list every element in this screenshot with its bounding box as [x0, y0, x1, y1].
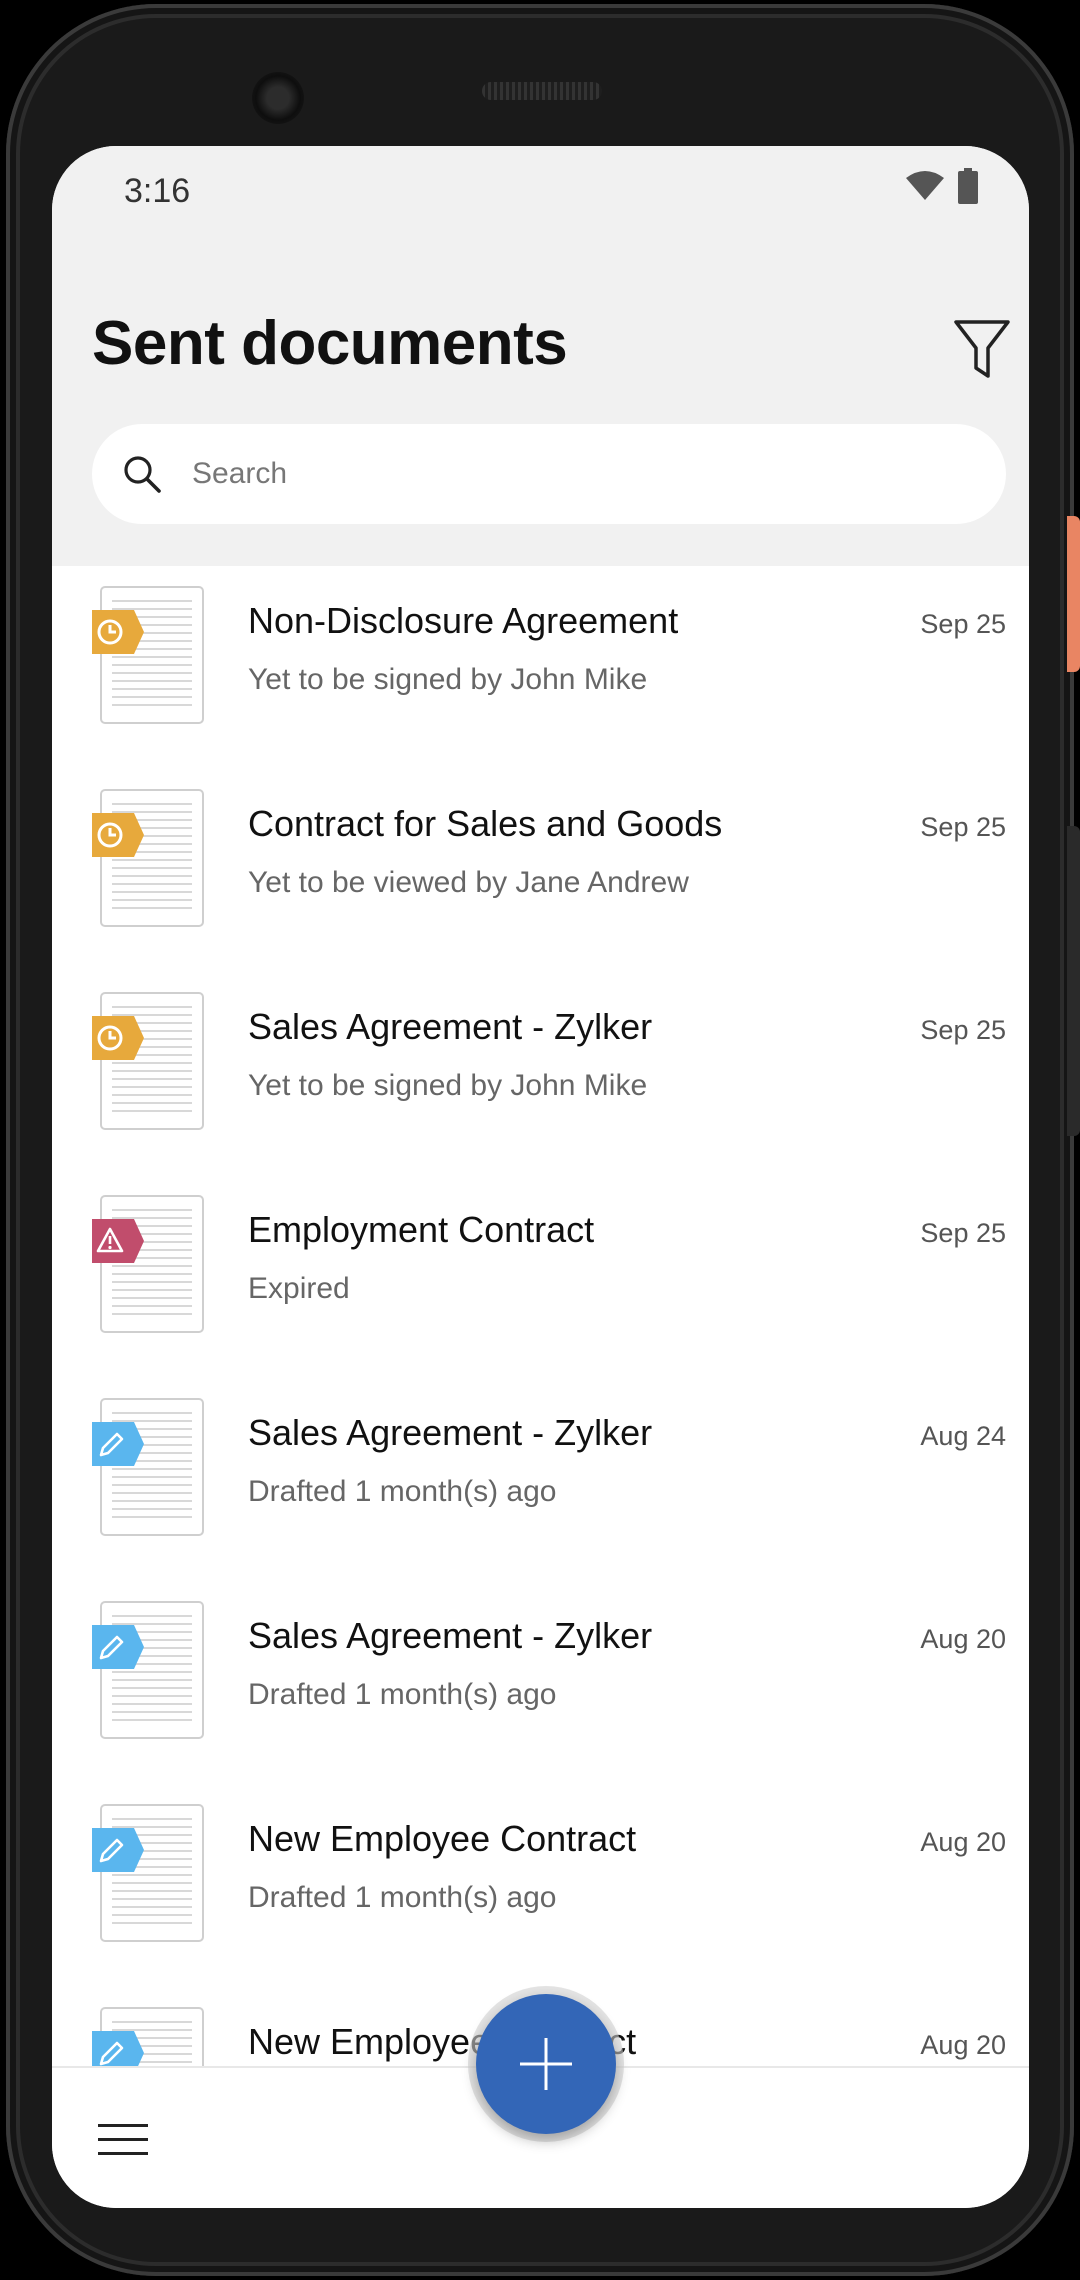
document-title: Employment Contract: [248, 1209, 595, 1250]
document-title: Non-Disclosure Agreement: [248, 600, 679, 641]
app-header: 3:16 Sent documents: [52, 146, 1029, 566]
document-date: Aug 20: [920, 2030, 1006, 2060]
clock-icon: [92, 1016, 144, 1060]
document-title: New Employee Contract: [248, 1818, 637, 1859]
pencil-icon: [92, 1422, 144, 1466]
warning-icon: [92, 1219, 144, 1263]
document-date: Aug 20: [920, 1624, 1006, 1654]
document-status: Drafted 1 month(s) ago: [248, 1475, 557, 1508]
document-status: Expired: [248, 1272, 350, 1305]
document-thumbnail: [100, 1398, 204, 1536]
document-thumbnail: [100, 1804, 204, 1942]
document-status: Yet to be signed by John Mike: [248, 1069, 648, 1102]
document-date: Sep 25: [920, 609, 1006, 639]
document-title: Sales Agreement - Zylker: [248, 1412, 653, 1453]
pencil-icon: [92, 1828, 144, 1872]
document-row[interactable]: Non-Disclosure Agreement Yet to be signe…: [52, 566, 1029, 769]
status-icons: [905, 168, 979, 204]
new-document-fab[interactable]: [476, 1994, 616, 2134]
document-status: Drafted 1 month(s) ago: [248, 1678, 557, 1711]
document-row[interactable]: Sales Agreement - Zylker Yet to be signe…: [52, 972, 1029, 1175]
battery-icon: [958, 168, 978, 204]
clock-icon: [92, 610, 144, 654]
document-date: Sep 25: [920, 1015, 1006, 1045]
document-thumbnail: [100, 992, 204, 1130]
hamburger-menu-icon[interactable]: [98, 2122, 148, 2158]
search-input[interactable]: [192, 457, 972, 491]
document-date: Aug 24: [920, 1421, 1006, 1451]
wifi-icon: [906, 171, 944, 200]
document-row[interactable]: Sales Agreement - Zylker Drafted 1 month…: [52, 1581, 1029, 1784]
search-bar[interactable]: [92, 424, 1006, 524]
power-button: [1067, 516, 1080, 672]
front-camera: [252, 72, 304, 124]
page-title: Sent documents: [92, 309, 568, 378]
document-row[interactable]: Sales Agreement - Zylker Drafted 1 month…: [52, 1378, 1029, 1581]
document-row[interactable]: New Employee Contract Drafted 1 month(s)…: [52, 1784, 1029, 1987]
status-time: 3:16: [124, 172, 191, 210]
document-status: Yet to be signed by John Mike: [248, 663, 648, 696]
app-screen: 3:16 Sent documents Search Non-Disclosur…: [52, 146, 1029, 2208]
document-thumbnail: [100, 789, 204, 927]
document-title: Sales Agreement - Zylker: [248, 1006, 653, 1047]
document-thumbnail: [100, 1195, 204, 1333]
earpiece-speaker: [482, 82, 602, 100]
pencil-icon: [92, 1625, 144, 1669]
document-row[interactable]: Employment Contract Expired Sep 25: [52, 1175, 1029, 1378]
document-title: Sales Agreement - Zylker: [248, 1615, 653, 1656]
filter-icon[interactable]: [952, 316, 1012, 382]
document-status: Yet to be viewed by Jane Andrew: [248, 866, 689, 899]
document-thumbnail: [100, 586, 204, 724]
plus-icon: [520, 2038, 572, 2090]
search-icon: [124, 456, 161, 493]
document-date: Sep 25: [920, 812, 1006, 842]
document-date: Aug 20: [920, 1827, 1006, 1857]
document-list: Non-Disclosure Agreement Yet to be signe…: [52, 566, 1029, 2190]
document-title: Contract for Sales and Goods: [248, 803, 723, 844]
volume-button: [1067, 826, 1080, 1136]
document-status: Drafted 1 month(s) ago: [248, 1881, 557, 1914]
document-thumbnail: [100, 1601, 204, 1739]
document-row[interactable]: Contract for Sales and Goods Yet to be v…: [52, 769, 1029, 972]
clock-icon: [92, 813, 144, 857]
document-date: Sep 25: [920, 1218, 1006, 1248]
